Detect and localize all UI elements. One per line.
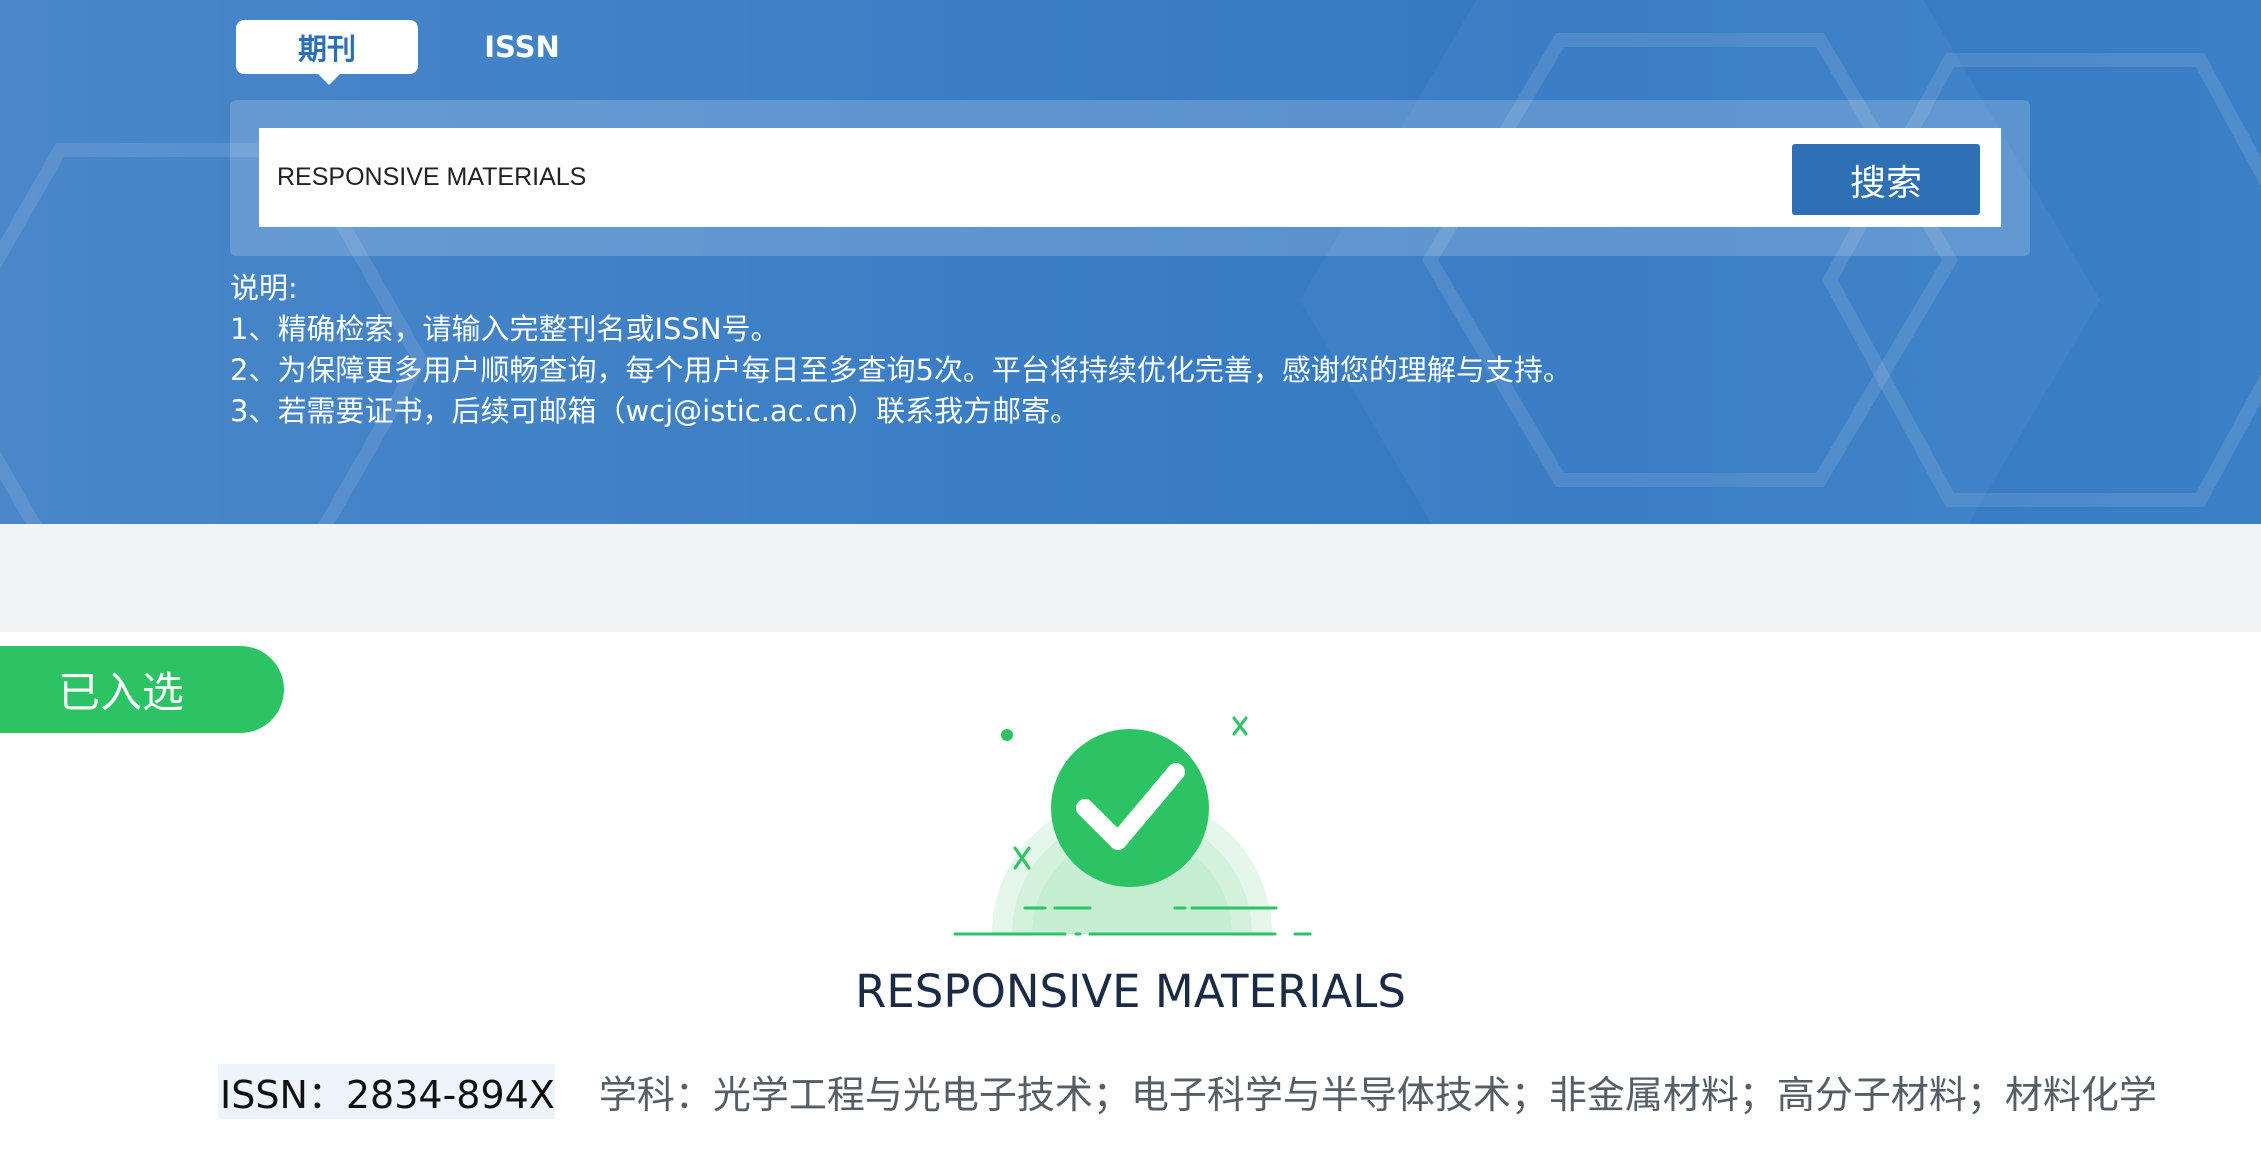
tab-journal[interactable]: 期刊 xyxy=(236,20,418,85)
success-check-icon xyxy=(953,716,1312,936)
header-banner: 期刊 ISSN 搜索 说明: 1、精确检索，请输入完整刊名或ISSN号。 2、为… xyxy=(0,0,2261,524)
tab-issn[interactable]: ISSN xyxy=(462,20,582,74)
issn-value: ISSN：2834-894X xyxy=(218,1063,555,1119)
search-input[interactable] xyxy=(277,128,1777,227)
section-divider xyxy=(0,524,2261,632)
subject-list: 学科：光学工程与光电子技术；电子科学与半导体技术；非金属材料；高分子材料；材料化… xyxy=(598,1072,2157,1117)
instructions-heading: 说明: xyxy=(230,271,298,305)
instructions: 说明: 1、精确检索，请输入完整刊名或ISSN号。 2、为保障更多用户顺畅查询，… xyxy=(230,268,2130,432)
search-box: 搜索 xyxy=(259,128,2001,227)
instruction-line: 1、精确检索，请输入完整刊名或ISSN号。 xyxy=(230,312,780,346)
search-panel: 搜索 xyxy=(230,100,2030,256)
instruction-line: 2、为保障更多用户顺畅查询，每个用户每日至多查询5次。平台将持续优化完善，感谢您… xyxy=(230,353,1572,387)
instruction-line: 3、若需要证书，后续可邮箱（wcj@istic.ac.cn）联系我方邮寄。 xyxy=(230,394,1080,428)
journal-meta: ISSN：2834-894X 学科：光学工程与光电子技术；电子科学与半导体技术；… xyxy=(218,1063,2157,1119)
status-badge: 已入选 xyxy=(0,646,284,733)
search-button[interactable]: 搜索 xyxy=(1792,144,1980,215)
journal-title: RESPONSIVE MATERIALS xyxy=(855,965,1406,1018)
